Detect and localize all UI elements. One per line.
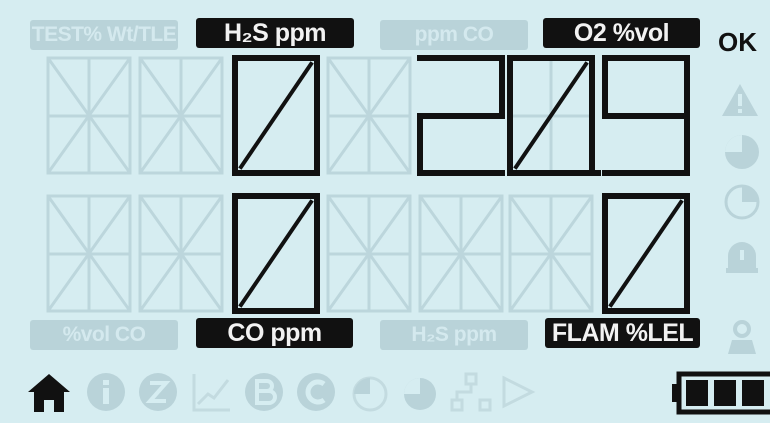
battery-bar-3 [742,380,764,406]
lcd-display: TEST% Wt/TLE H₂S ppm ppm CO O2 %vol OK %… [0,0,770,423]
home-icon[interactable] [26,370,72,414]
ghost-digit-r1-4 [326,56,412,175]
pie-1q-icon [724,184,760,220]
battery-icon [672,371,770,415]
battery-bar-1 [686,380,708,406]
pie-small-icon [352,376,388,412]
alarm-bell-icon [726,242,758,273]
info-icon[interactable] [84,370,128,414]
ghost-digit-r2-1 [46,194,132,313]
ghost-digit-r2-4 [326,194,412,313]
warning-triangle-icon [722,84,758,116]
bump-icon[interactable] [242,370,286,414]
digit-r2-zero-b [602,193,690,314]
segment-readings [46,55,690,314]
digit-r1-zero [232,55,320,176]
ghost-digit-r2-6 [508,194,594,313]
play-icon[interactable] [498,370,538,414]
ghost-digit-r2-2 [138,194,224,313]
ghost-digit-r1-1 [46,56,132,175]
battery-bar-2 [714,380,736,406]
decimal-point [595,170,601,176]
digit-r1-two [417,55,505,176]
digit-r1-nine [602,55,690,176]
ghost-digit-r2-5 [418,194,504,313]
network-icon [450,372,492,412]
graph-icon[interactable] [190,370,234,414]
calibration-icon[interactable] [294,370,338,414]
pie-large-icon [404,378,436,410]
digit-r2-zero [232,193,320,314]
pie-3q-icon [725,135,759,169]
person-icon [728,320,756,354]
zero-icon[interactable] [136,370,180,414]
ghost-digit-r1-2 [138,56,224,175]
